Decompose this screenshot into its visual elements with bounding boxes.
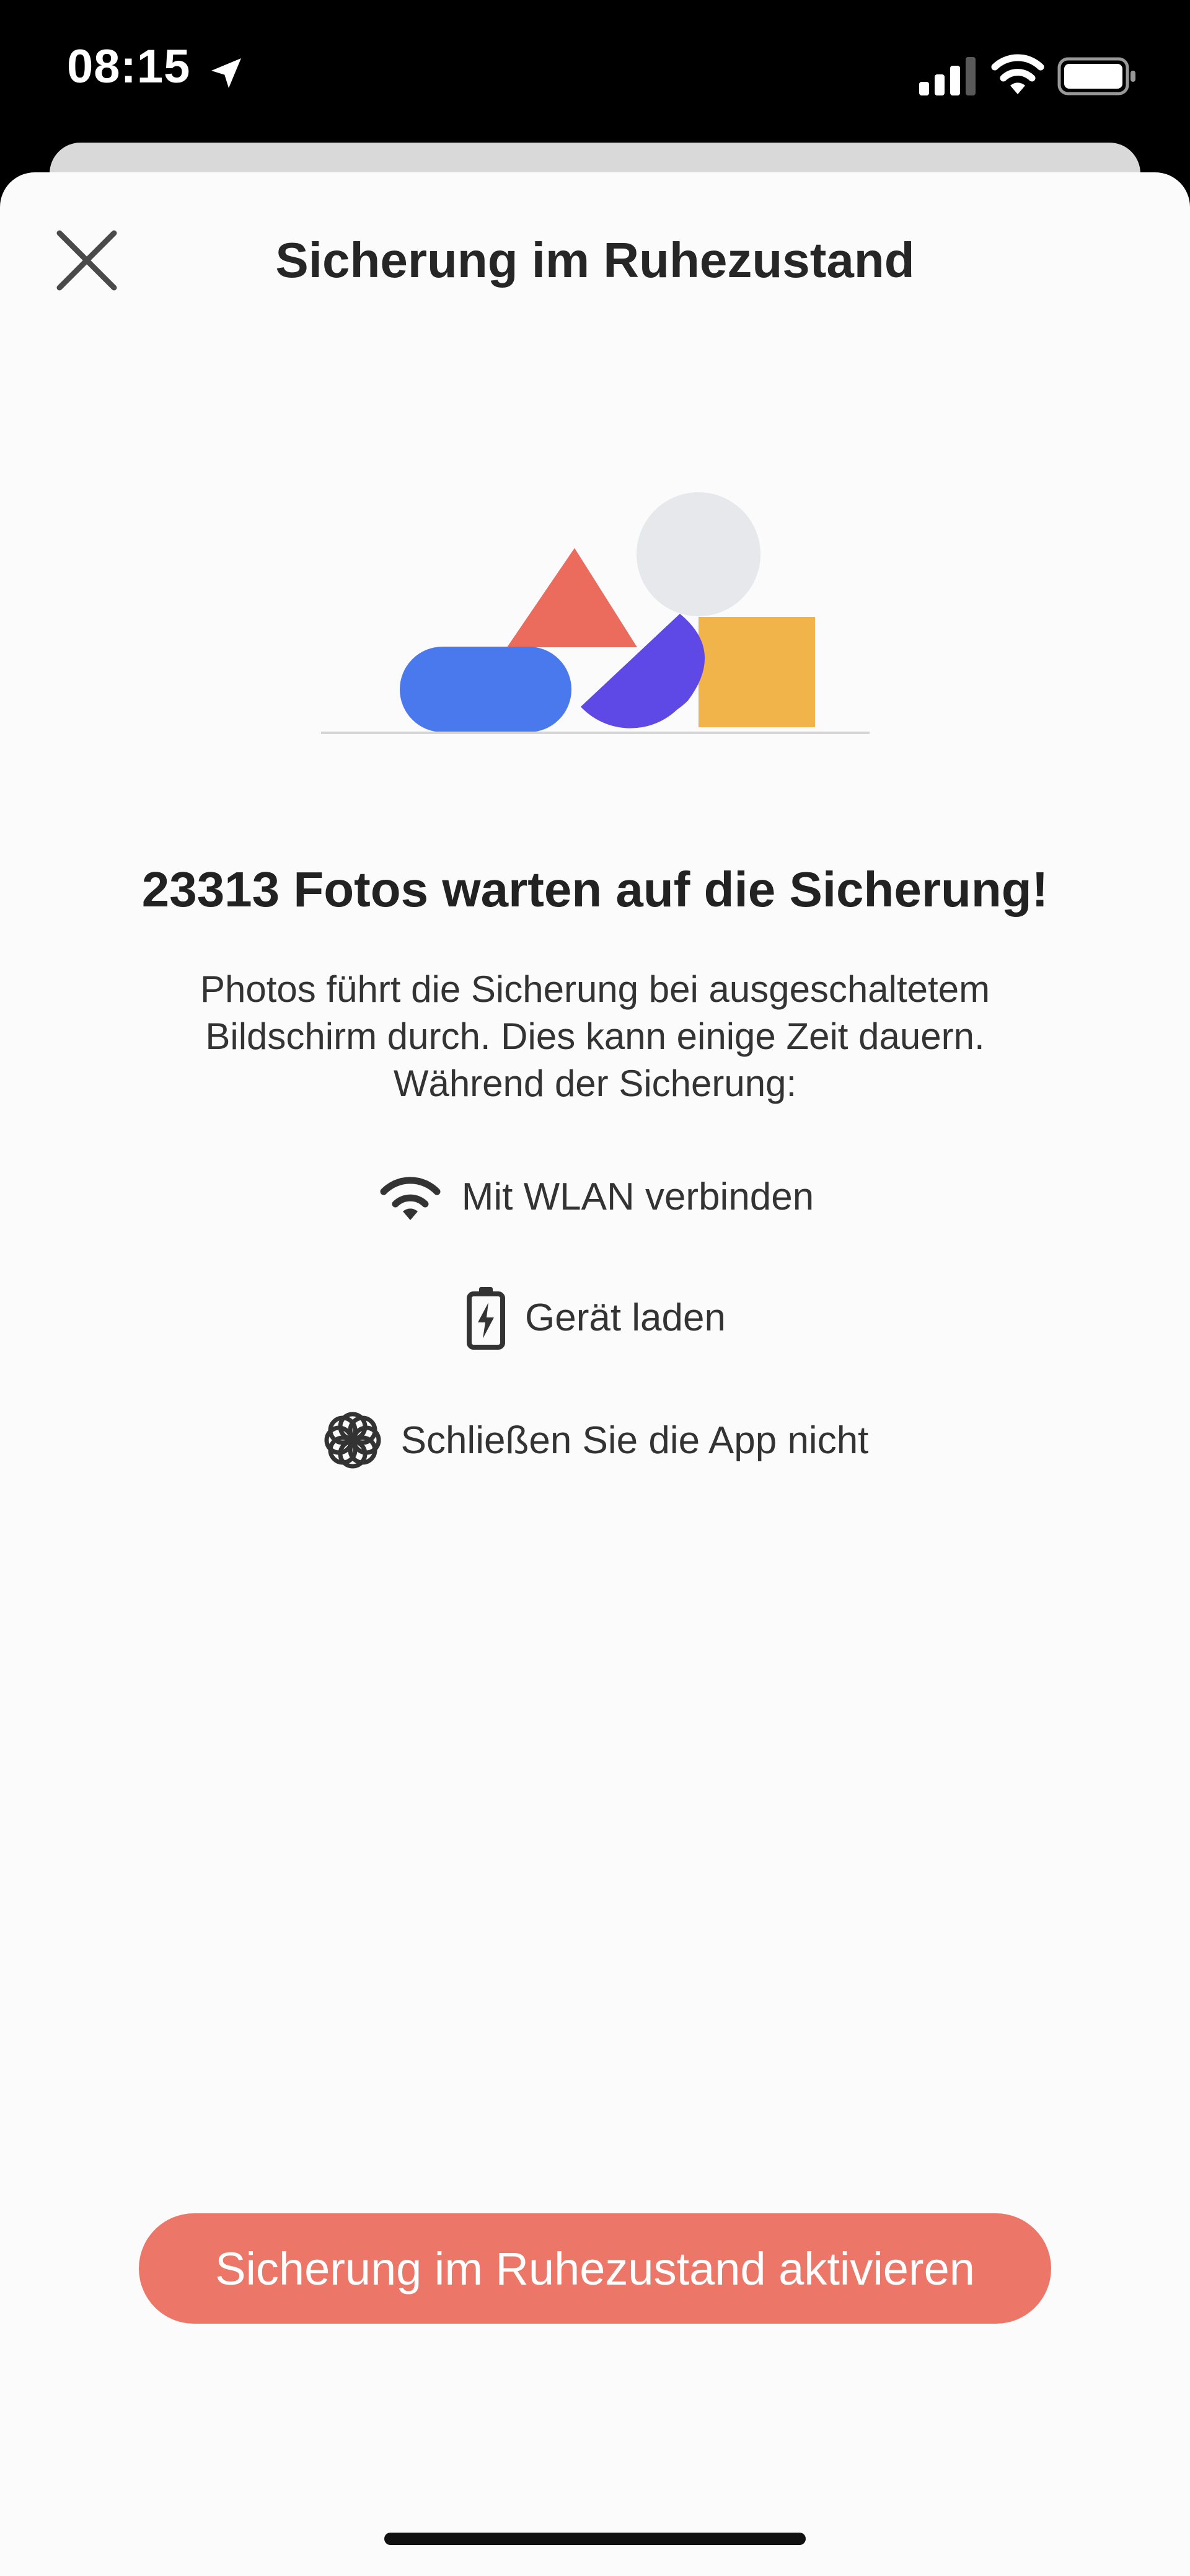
status-time: 08:15 (67, 40, 191, 93)
status-bar: 08:15 (0, 0, 1190, 143)
description-line: Bildschirm durch. Dies kann einige Zeit … (205, 1016, 985, 1057)
battery-charging-icon (467, 1287, 505, 1350)
page-title: Sicherung im Ruhezustand (275, 232, 915, 288)
backup-illustration (321, 492, 870, 734)
home-indicator[interactable] (384, 2533, 806, 2545)
description-line: Photos führt die Sicherung bei ausgescha… (200, 968, 990, 1010)
pending-photos-headline: 23313 Fotos warten auf die Sicherung! (141, 862, 1049, 917)
tip-wifi: Mit WLAN verbinden (0, 1162, 1190, 1231)
tip-charge-label: Gerät laden (525, 1296, 726, 1339)
description-line: Während der Sicherung: (393, 1063, 797, 1104)
battery-icon (1057, 57, 1135, 95)
tip-app: Schließen Sie die App nicht (0, 1406, 1190, 1474)
wifi-icon (380, 1177, 441, 1220)
illustration-square (699, 617, 815, 727)
illustration-circle (637, 492, 760, 616)
tip-wifi-label: Mit WLAN verbinden (461, 1175, 814, 1218)
illustration-triangle (507, 548, 637, 647)
cellular-signal-icon (919, 57, 976, 95)
backup-description: Photos führt die Sicherung bei ausgescha… (0, 966, 1190, 1107)
tip-app-label: Schließen Sie die App nicht (400, 1419, 869, 1462)
wifi-icon (991, 54, 1044, 94)
activate-sleep-backup-button[interactable]: Sicherung im Ruhezustand aktivieren (139, 2213, 1051, 2324)
illustration-pill (400, 647, 571, 732)
tip-charge: Gerät laden (0, 1283, 1190, 1352)
location-arrow-icon (211, 58, 241, 88)
photos-app-icon (324, 1412, 381, 1469)
